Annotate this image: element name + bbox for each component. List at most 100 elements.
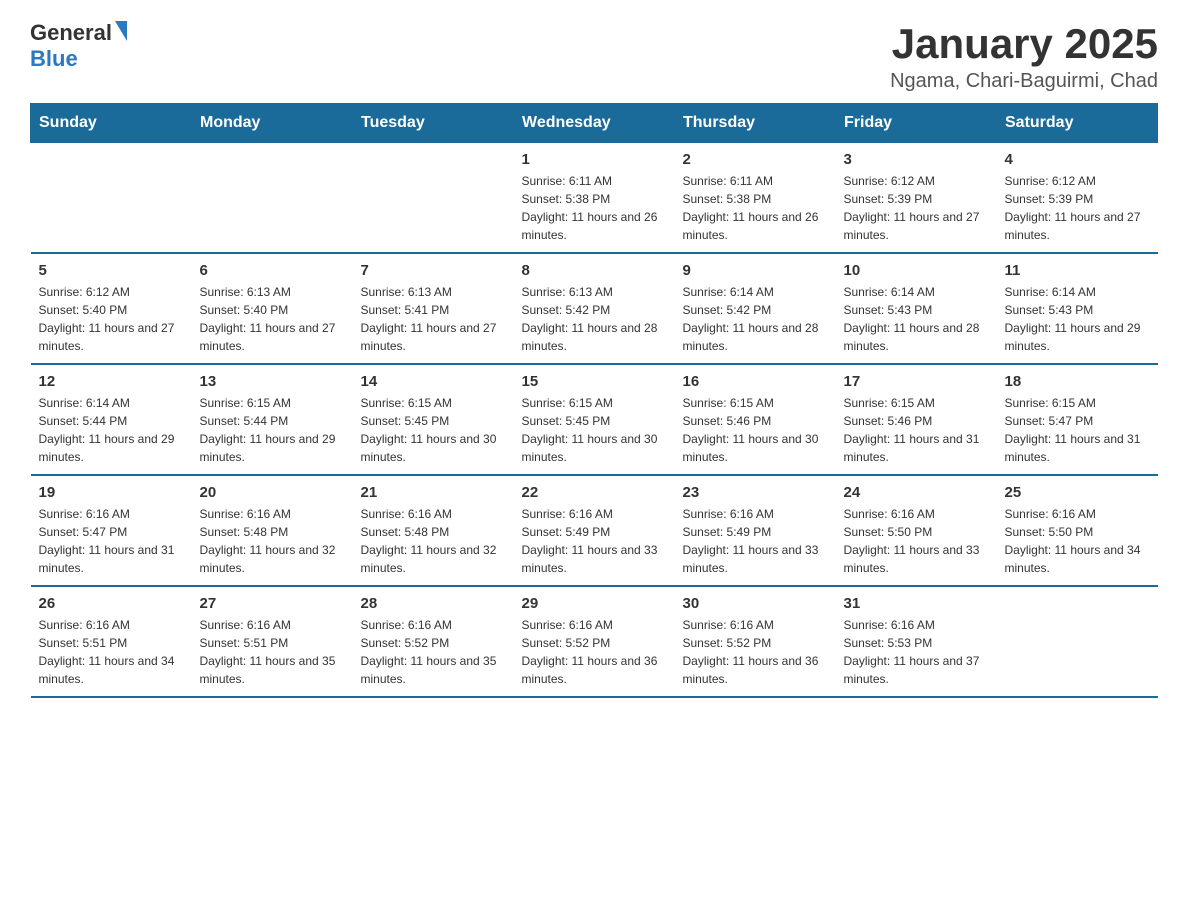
day-info: Sunrise: 6:15 AM Sunset: 5:46 PM Dayligh… [844, 394, 989, 466]
calendar-cell: 12 Sunrise: 6:14 AM Sunset: 5:44 PM Dayli… [31, 364, 192, 475]
day-info: Sunrise: 6:14 AM Sunset: 5:42 PM Dayligh… [683, 283, 828, 355]
calendar-cell: 3Sunrise: 6:12 AM Sunset: 5:39 PM Daylig… [836, 143, 997, 254]
calendar-subtitle: Ngama, Chari-Baguirmi, Chad [890, 70, 1158, 93]
day-info: Sunrise: 6:16 AM Sunset: 5:53 PM Dayligh… [844, 616, 989, 688]
day-info: Sunrise: 6:16 AM Sunset: 5:50 PM Dayligh… [1005, 505, 1150, 577]
week-row-4: 19 Sunrise: 6:16 AM Sunset: 5:47 PM Dayli… [31, 475, 1158, 586]
calendar-cell: 14Sunrise: 6:15 AM Sunset: 5:45 PM Dayli… [353, 364, 514, 475]
day-number: 8 [522, 262, 667, 279]
day-number: 19 [39, 484, 184, 501]
day-info: Sunrise: 6:16 AM Sunset: 5:51 PM Dayligh… [39, 616, 184, 688]
day-info: Sunrise: 6:16 AM Sunset: 5:51 PM Dayligh… [200, 616, 345, 688]
day-number: 27 [200, 595, 345, 612]
day-number: 23 [683, 484, 828, 501]
day-number: 22 [522, 484, 667, 501]
day-number: 13 [200, 373, 345, 390]
day-info: Sunrise: 6:15 AM Sunset: 5:46 PM Dayligh… [683, 394, 828, 466]
calendar-cell: 1 Sunrise: 6:11 AM Sunset: 5:38 PM Daylig… [514, 143, 675, 254]
day-header-monday: Monday [192, 104, 353, 143]
logo-triangle-icon [115, 21, 127, 41]
day-number: 1 [522, 151, 667, 168]
day-number: 24 [844, 484, 989, 501]
calendar-table: SundayMondayTuesdayWednesdayThursdayFrid… [30, 103, 1158, 698]
day-header-tuesday: Tuesday [353, 104, 514, 143]
day-info: Sunrise: 6:14 AM Sunset: 5:44 PM Dayligh… [39, 394, 184, 466]
calendar-cell: 10Sunrise: 6:14 AM Sunset: 5:43 PM Dayli… [836, 253, 997, 364]
day-info: Sunrise: 6:11 AM Sunset: 5:38 PM Dayligh… [683, 172, 828, 244]
calendar-cell: 7 Sunrise: 6:13 AM Sunset: 5:41 PM Daylig… [353, 253, 514, 364]
calendar-cell: 23 Sunrise: 6:16 AM Sunset: 5:49 PM Dayli… [675, 475, 836, 586]
calendar-cell: 11 Sunrise: 6:14 AM Sunset: 5:43 PM Dayli… [997, 253, 1158, 364]
logo-general-text: General [30, 20, 112, 46]
day-header-wednesday: Wednesday [514, 104, 675, 143]
day-number: 12 [39, 373, 184, 390]
calendar-cell: 17 Sunrise: 6:15 AM Sunset: 5:46 PM Dayli… [836, 364, 997, 475]
day-number: 4 [1005, 151, 1150, 168]
calendar-cell: 24 Sunrise: 6:16 AM Sunset: 5:50 PM Dayli… [836, 475, 997, 586]
day-number: 31 [844, 595, 989, 612]
calendar-cell: 5Sunrise: 6:12 AM Sunset: 5:40 PM Daylig… [31, 253, 192, 364]
calendar-cell: 4 Sunrise: 6:12 AM Sunset: 5:39 PM Daylig… [997, 143, 1158, 254]
calendar-cell: 19 Sunrise: 6:16 AM Sunset: 5:47 PM Dayli… [31, 475, 192, 586]
day-number: 2 [683, 151, 828, 168]
day-number: 21 [361, 484, 506, 501]
calendar-cell: 15 Sunrise: 6:15 AM Sunset: 5:45 PM Dayli… [514, 364, 675, 475]
calendar-cell: 20Sunrise: 6:16 AM Sunset: 5:48 PM Dayli… [192, 475, 353, 586]
calendar-cell [353, 143, 514, 254]
day-number: 5 [39, 262, 184, 279]
day-number: 26 [39, 595, 184, 612]
calendar-cell: 8 Sunrise: 6:13 AM Sunset: 5:42 PM Daylig… [514, 253, 675, 364]
days-header-row: SundayMondayTuesdayWednesdayThursdayFrid… [31, 104, 1158, 143]
day-info: Sunrise: 6:13 AM Sunset: 5:42 PM Dayligh… [522, 283, 667, 355]
week-row-1: 1 Sunrise: 6:11 AM Sunset: 5:38 PM Daylig… [31, 143, 1158, 254]
day-number: 10 [844, 262, 989, 279]
calendar-cell: 27 Sunrise: 6:16 AM Sunset: 5:51 PM Dayli… [192, 586, 353, 697]
day-number: 11 [1005, 262, 1150, 279]
calendar-cell [31, 143, 192, 254]
day-number: 20 [200, 484, 345, 501]
calendar-cell: 29Sunrise: 6:16 AM Sunset: 5:52 PM Dayli… [514, 586, 675, 697]
day-info: Sunrise: 6:16 AM Sunset: 5:47 PM Dayligh… [39, 505, 184, 577]
calendar-cell: 30 Sunrise: 6:16 AM Sunset: 5:52 PM Dayli… [675, 586, 836, 697]
week-row-3: 12 Sunrise: 6:14 AM Sunset: 5:44 PM Dayli… [31, 364, 1158, 475]
calendar-cell: 18Sunrise: 6:15 AM Sunset: 5:47 PM Dayli… [997, 364, 1158, 475]
day-header-friday: Friday [836, 104, 997, 143]
day-number: 16 [683, 373, 828, 390]
calendar-cell: 2 Sunrise: 6:11 AM Sunset: 5:38 PM Daylig… [675, 143, 836, 254]
day-info: Sunrise: 6:16 AM Sunset: 5:52 PM Dayligh… [683, 616, 828, 688]
day-number: 9 [683, 262, 828, 279]
logo-blue-text: Blue [30, 46, 78, 71]
day-number: 17 [844, 373, 989, 390]
day-info: Sunrise: 6:16 AM Sunset: 5:52 PM Dayligh… [361, 616, 506, 688]
day-info: Sunrise: 6:15 AM Sunset: 5:45 PM Dayligh… [522, 394, 667, 466]
calendar-cell [997, 586, 1158, 697]
day-info: Sunrise: 6:14 AM Sunset: 5:43 PM Dayligh… [1005, 283, 1150, 355]
calendar-cell [192, 143, 353, 254]
day-number: 28 [361, 595, 506, 612]
calendar-cell: 21 Sunrise: 6:16 AM Sunset: 5:48 PM Dayli… [353, 475, 514, 586]
day-info: Sunrise: 6:15 AM Sunset: 5:45 PM Dayligh… [361, 394, 506, 466]
calendar-title: January 2025 [890, 20, 1158, 68]
day-info: Sunrise: 6:16 AM Sunset: 5:49 PM Dayligh… [522, 505, 667, 577]
day-info: Sunrise: 6:13 AM Sunset: 5:40 PM Dayligh… [200, 283, 345, 355]
day-info: Sunrise: 6:11 AM Sunset: 5:38 PM Dayligh… [522, 172, 667, 244]
day-number: 15 [522, 373, 667, 390]
day-info: Sunrise: 6:13 AM Sunset: 5:41 PM Dayligh… [361, 283, 506, 355]
day-info: Sunrise: 6:12 AM Sunset: 5:39 PM Dayligh… [1005, 172, 1150, 244]
day-number: 25 [1005, 484, 1150, 501]
day-info: Sunrise: 6:16 AM Sunset: 5:48 PM Dayligh… [361, 505, 506, 577]
day-number: 30 [683, 595, 828, 612]
day-header-thursday: Thursday [675, 104, 836, 143]
day-number: 3 [844, 151, 989, 168]
day-info: Sunrise: 6:16 AM Sunset: 5:49 PM Dayligh… [683, 505, 828, 577]
day-number: 7 [361, 262, 506, 279]
calendar-cell: 28 Sunrise: 6:16 AM Sunset: 5:52 PM Dayli… [353, 586, 514, 697]
logo: General Blue [30, 20, 127, 72]
day-info: Sunrise: 6:15 AM Sunset: 5:47 PM Dayligh… [1005, 394, 1150, 466]
day-info: Sunrise: 6:16 AM Sunset: 5:50 PM Dayligh… [844, 505, 989, 577]
title-section: January 2025 Ngama, Chari-Baguirmi, Chad [890, 20, 1158, 93]
calendar-cell: 13Sunrise: 6:15 AM Sunset: 5:44 PM Dayli… [192, 364, 353, 475]
page-header: General Blue January 2025 Ngama, Chari-B… [30, 20, 1158, 93]
week-row-5: 26 Sunrise: 6:16 AM Sunset: 5:51 PM Dayli… [31, 586, 1158, 697]
calendar-cell: 31 Sunrise: 6:16 AM Sunset: 5:53 PM Dayli… [836, 586, 997, 697]
